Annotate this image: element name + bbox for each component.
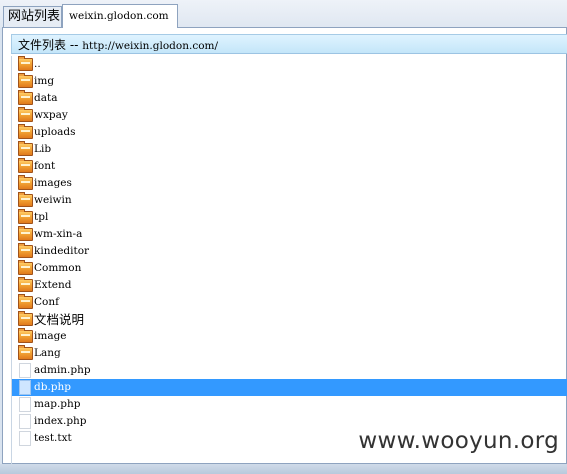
folder-icon [18, 192, 33, 207]
file-icon [19, 363, 31, 378]
folder-row[interactable]: Conf [12, 294, 567, 311]
file-name: data [34, 92, 58, 104]
file-icon [19, 414, 31, 429]
folder-icon [18, 124, 33, 139]
tab-bar: 网站列表 weixin.glodon.com [0, 0, 567, 28]
file-icon [19, 380, 31, 395]
folder-row[interactable]: weiwin [12, 192, 567, 209]
file-name: index.php [34, 415, 87, 427]
file-name: uploads [34, 126, 76, 138]
folder-icon [18, 107, 33, 122]
folder-row[interactable]: Common [12, 260, 567, 277]
tab-site-list[interactable]: 网站列表 [3, 6, 62, 27]
folder-icon [18, 141, 33, 156]
file-list-header-label: 文件列表 -- [18, 38, 83, 52]
folder-row[interactable]: img [12, 73, 567, 90]
folder-row[interactable]: Lib [12, 141, 567, 158]
file-icon [19, 431, 31, 446]
folder-icon [18, 226, 33, 241]
folder-row[interactable]: font [12, 158, 567, 175]
folder-row[interactable]: .. [12, 56, 567, 73]
folder-icon [18, 90, 33, 105]
folder-icon [18, 294, 33, 309]
file-name: images [34, 177, 72, 189]
file-row[interactable]: map.php [12, 396, 567, 413]
folder-row[interactable]: images [12, 175, 567, 192]
folder-icon [18, 345, 33, 360]
folder-icon [18, 56, 33, 71]
file-list-panel: 文件列表 -- http://weixin.glodon.com/ .. img d… [2, 27, 567, 464]
file-name: map.php [34, 398, 81, 410]
file-name: Lang [34, 347, 61, 359]
watermark: www.wooyun.org [358, 428, 559, 454]
file-row[interactable]: db.php [12, 379, 567, 396]
file-name: 文档说明 [34, 312, 85, 327]
file-name: img [34, 75, 55, 87]
file-name: Lib [34, 143, 52, 155]
file-name: test.txt [34, 432, 72, 444]
folder-row[interactable]: data [12, 90, 567, 107]
folder-icon [18, 209, 33, 224]
file-name: db.php [34, 381, 71, 393]
file-list: .. img data wxpay uploads Lib font images weiwin… [11, 56, 567, 464]
file-list-header: 文件列表 -- http://weixin.glodon.com/ [11, 34, 567, 54]
file-name: font [34, 160, 56, 172]
folder-row[interactable]: wm-xin-a [12, 226, 567, 243]
folder-icon [18, 311, 33, 326]
file-name: .. [34, 58, 41, 70]
folder-row[interactable]: uploads [12, 124, 567, 141]
file-name: admin.php [34, 364, 91, 376]
file-name: weiwin [34, 194, 72, 206]
file-name: wm-xin-a [34, 228, 83, 240]
file-name: wxpay [34, 109, 68, 121]
file-icon [19, 397, 31, 412]
folder-row[interactable]: tpl [12, 209, 567, 226]
folder-row[interactable]: Lang [12, 345, 567, 362]
tab-current-site[interactable]: weixin.glodon.com [62, 4, 178, 28]
folder-icon [18, 73, 33, 88]
file-name: tpl [34, 211, 49, 223]
file-name: image [34, 330, 67, 342]
folder-row[interactable]: 文档说明 [12, 311, 567, 328]
folder-row[interactable]: wxpay [12, 107, 567, 124]
file-name: Extend [34, 279, 72, 291]
folder-icon [18, 277, 33, 292]
status-bar [0, 464, 567, 474]
file-row[interactable]: admin.php [12, 362, 567, 379]
folder-row[interactable]: kindeditor [12, 243, 567, 260]
folder-icon [18, 328, 33, 343]
folder-icon [18, 260, 33, 275]
file-list-header-url: http://weixin.glodon.com/ [82, 40, 219, 52]
file-name: Common [34, 262, 82, 274]
folder-row[interactable]: Extend [12, 277, 567, 294]
folder-icon [18, 158, 33, 173]
file-name: Conf [34, 296, 60, 308]
folder-icon [18, 243, 33, 258]
folder-icon [18, 175, 33, 190]
file-name: kindeditor [34, 245, 90, 257]
folder-row[interactable]: image [12, 328, 567, 345]
